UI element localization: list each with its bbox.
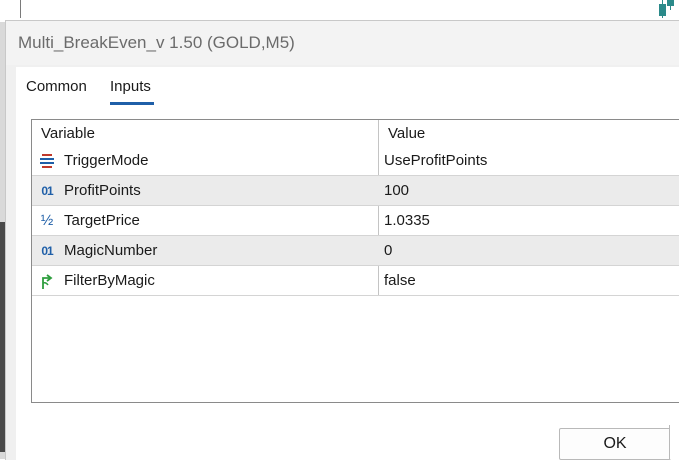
variable-value[interactable]: 0 — [384, 242, 392, 259]
variable-name: MagicNumber — [64, 242, 158, 259]
enum-icon — [38, 152, 56, 170]
adjacent-control[interactable] — [669, 425, 679, 459]
dialog-titlebar[interactable]: Multi_BreakEven_v 1.50 (GOLD,M5) — [6, 21, 679, 65]
variable-value[interactable]: 1.0335 — [384, 212, 430, 229]
variable-value[interactable]: UseProfitPoints — [384, 152, 487, 169]
tab-bar: Common Inputs — [16, 67, 679, 107]
variable-name: TargetPrice — [64, 212, 140, 229]
variable-name: TriggerMode — [64, 152, 149, 169]
chart-background — [0, 0, 679, 22]
table-row[interactable]: 01 ProfitPoints 100 — [32, 176, 679, 206]
table-row[interactable]: 01 MagicNumber 0 — [32, 236, 679, 266]
column-header-value[interactable]: Value — [388, 125, 425, 142]
variable-value[interactable]: 100 — [384, 182, 409, 199]
properties-dialog: Multi_BreakEven_v 1.50 (GOLD,M5) Common … — [5, 20, 679, 460]
table-row[interactable]: TriggerMode UseProfitPoints — [32, 146, 679, 176]
chart-candle — [659, 4, 666, 16]
table-row[interactable]: ½ TargetPrice 1.0335 — [32, 206, 679, 236]
inputs-table: Variable Value TriggerMode UseProfitPoin… — [31, 119, 679, 403]
variable-name: FilterByMagic — [64, 272, 155, 289]
tab-inputs[interactable]: Inputs — [110, 78, 151, 95]
table-row[interactable]: FilterByMagic false — [32, 266, 679, 296]
column-header-variable[interactable]: Variable — [41, 125, 95, 142]
dialog-title: Multi_BreakEven_v 1.50 (GOLD,M5) — [18, 33, 295, 52]
table-header: Variable Value — [32, 120, 679, 146]
active-tab-indicator — [110, 102, 154, 105]
variable-value[interactable]: false — [384, 272, 416, 289]
dialog-client-area: Common Inputs Variable Value TriggerMode… — [16, 67, 679, 460]
chart-gridline — [20, 0, 21, 18]
tab-common[interactable]: Common — [26, 78, 87, 95]
chart-candle — [667, 0, 674, 6]
double-icon: ½ — [40, 212, 54, 229]
ok-button[interactable]: OK — [559, 428, 671, 460]
bool-icon — [38, 272, 56, 290]
integer-icon: 01 — [41, 244, 53, 258]
variable-name: ProfitPoints — [64, 182, 141, 199]
integer-icon: 01 — [41, 184, 53, 198]
